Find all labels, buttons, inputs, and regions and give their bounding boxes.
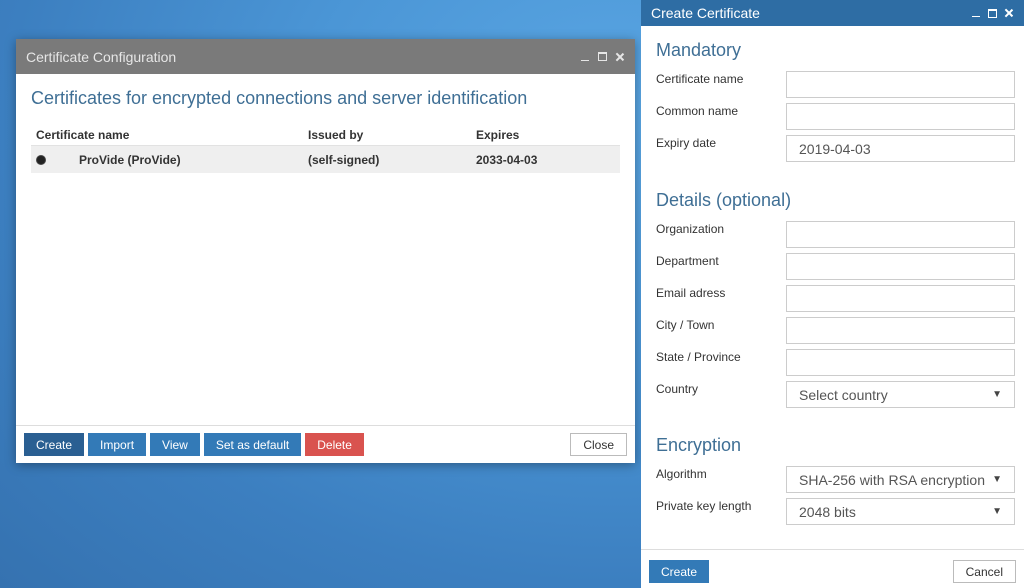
email-input[interactable] [786, 285, 1015, 312]
expiry-date-label: Expiry date [656, 136, 717, 150]
country-label: Country [656, 382, 699, 396]
close-icon[interactable] [1004, 8, 1014, 18]
delete-button[interactable]: Delete [305, 433, 364, 456]
certificate-table: Certificate name Issued by Expires ProVi… [31, 125, 620, 173]
expires-cell: 2033-04-03 [476, 152, 538, 167]
mandatory-section-title: Mandatory [656, 40, 742, 60]
encryption-section-title: Encryption [656, 435, 742, 455]
minimize-icon[interactable] [971, 8, 981, 18]
maximize-icon[interactable] [598, 52, 607, 61]
import-button[interactable]: Import [88, 433, 147, 456]
state-label: State / Province [656, 350, 741, 364]
create-dialog-title: Create Certificate [651, 5, 760, 21]
expiry-date-field[interactable]: 2019-04-03 [786, 135, 1015, 162]
country-select-value: Select country [799, 386, 888, 403]
common-name-label: Common name [656, 104, 739, 118]
key-length-select[interactable]: 2048 bits ▼ [786, 498, 1015, 525]
chevron-down-icon: ▼ [992, 389, 1002, 400]
table-row[interactable]: ProVide (ProVide) (self-signed) 2033-04-… [31, 145, 620, 173]
chevron-down-icon: ▼ [992, 506, 1002, 517]
create-dialog-footer: Create Cancel [641, 549, 1024, 588]
create-certificate-button[interactable]: Create [649, 560, 710, 583]
algorithm-select-value: SHA-256 with RSA encryption [799, 471, 985, 488]
create-dialog-titlebar[interactable]: Create Certificate [641, 0, 1024, 26]
chevron-down-icon: ▼ [992, 474, 1002, 485]
create-certificate-dialog: Create Certificate Mandatory Certificate… [641, 0, 1024, 588]
algorithm-select[interactable]: SHA-256 with RSA encryption ▼ [786, 466, 1015, 493]
minimize-icon[interactable] [580, 52, 590, 62]
organization-input[interactable] [786, 221, 1015, 248]
cert-dialog-heading: Certificates for encrypted connections a… [31, 88, 528, 108]
view-button[interactable]: View [150, 433, 200, 456]
maximize-icon[interactable] [988, 8, 997, 18]
key-length-select-value: 2048 bits [799, 503, 856, 520]
cert-dialog-footer: Create Import View Set as default Delete… [16, 425, 635, 463]
city-label: City / Town [656, 318, 715, 332]
set-default-button[interactable]: Set as default [203, 433, 302, 456]
column-header-expires[interactable]: Expires [476, 128, 620, 142]
default-certificate-icon [36, 155, 46, 165]
state-input[interactable] [786, 349, 1015, 376]
city-input[interactable] [786, 317, 1015, 344]
key-length-label: Private key length [656, 499, 752, 513]
certificate-name-input[interactable] [786, 71, 1015, 98]
expiry-date-value: 2019-04-03 [799, 140, 871, 157]
column-header-certificate-name[interactable]: Certificate name [31, 128, 308, 142]
cancel-button[interactable]: Cancel [952, 560, 1016, 583]
close-icon[interactable] [615, 52, 625, 62]
create-button[interactable]: Create [24, 433, 85, 456]
organization-label: Organization [656, 222, 725, 236]
certificate-name: ProVide (ProVide) [79, 152, 181, 167]
certificate-name-cell: ProVide (ProVide) [31, 153, 308, 167]
cert-dialog-titlebar[interactable]: Certificate Configuration [16, 39, 635, 74]
details-section-title: Details (optional) [656, 190, 792, 210]
email-label: Email adress [656, 286, 726, 300]
close-button[interactable]: Close [570, 433, 627, 456]
department-label: Department [656, 254, 719, 268]
certificate-name-label: Certificate name [656, 72, 744, 86]
certificate-configuration-dialog: Certificate Configuration Certificates f… [16, 39, 635, 463]
cert-dialog-title: Certificate Configuration [26, 48, 177, 65]
issued-by-cell: (self-signed) [308, 152, 380, 167]
algorithm-label: Algorithm [656, 467, 707, 481]
department-input[interactable] [786, 253, 1015, 280]
common-name-input[interactable] [786, 103, 1015, 130]
table-header: Certificate name Issued by Expires [31, 125, 620, 145]
country-select[interactable]: Select country ▼ [786, 381, 1015, 408]
column-header-issued-by[interactable]: Issued by [308, 128, 476, 142]
